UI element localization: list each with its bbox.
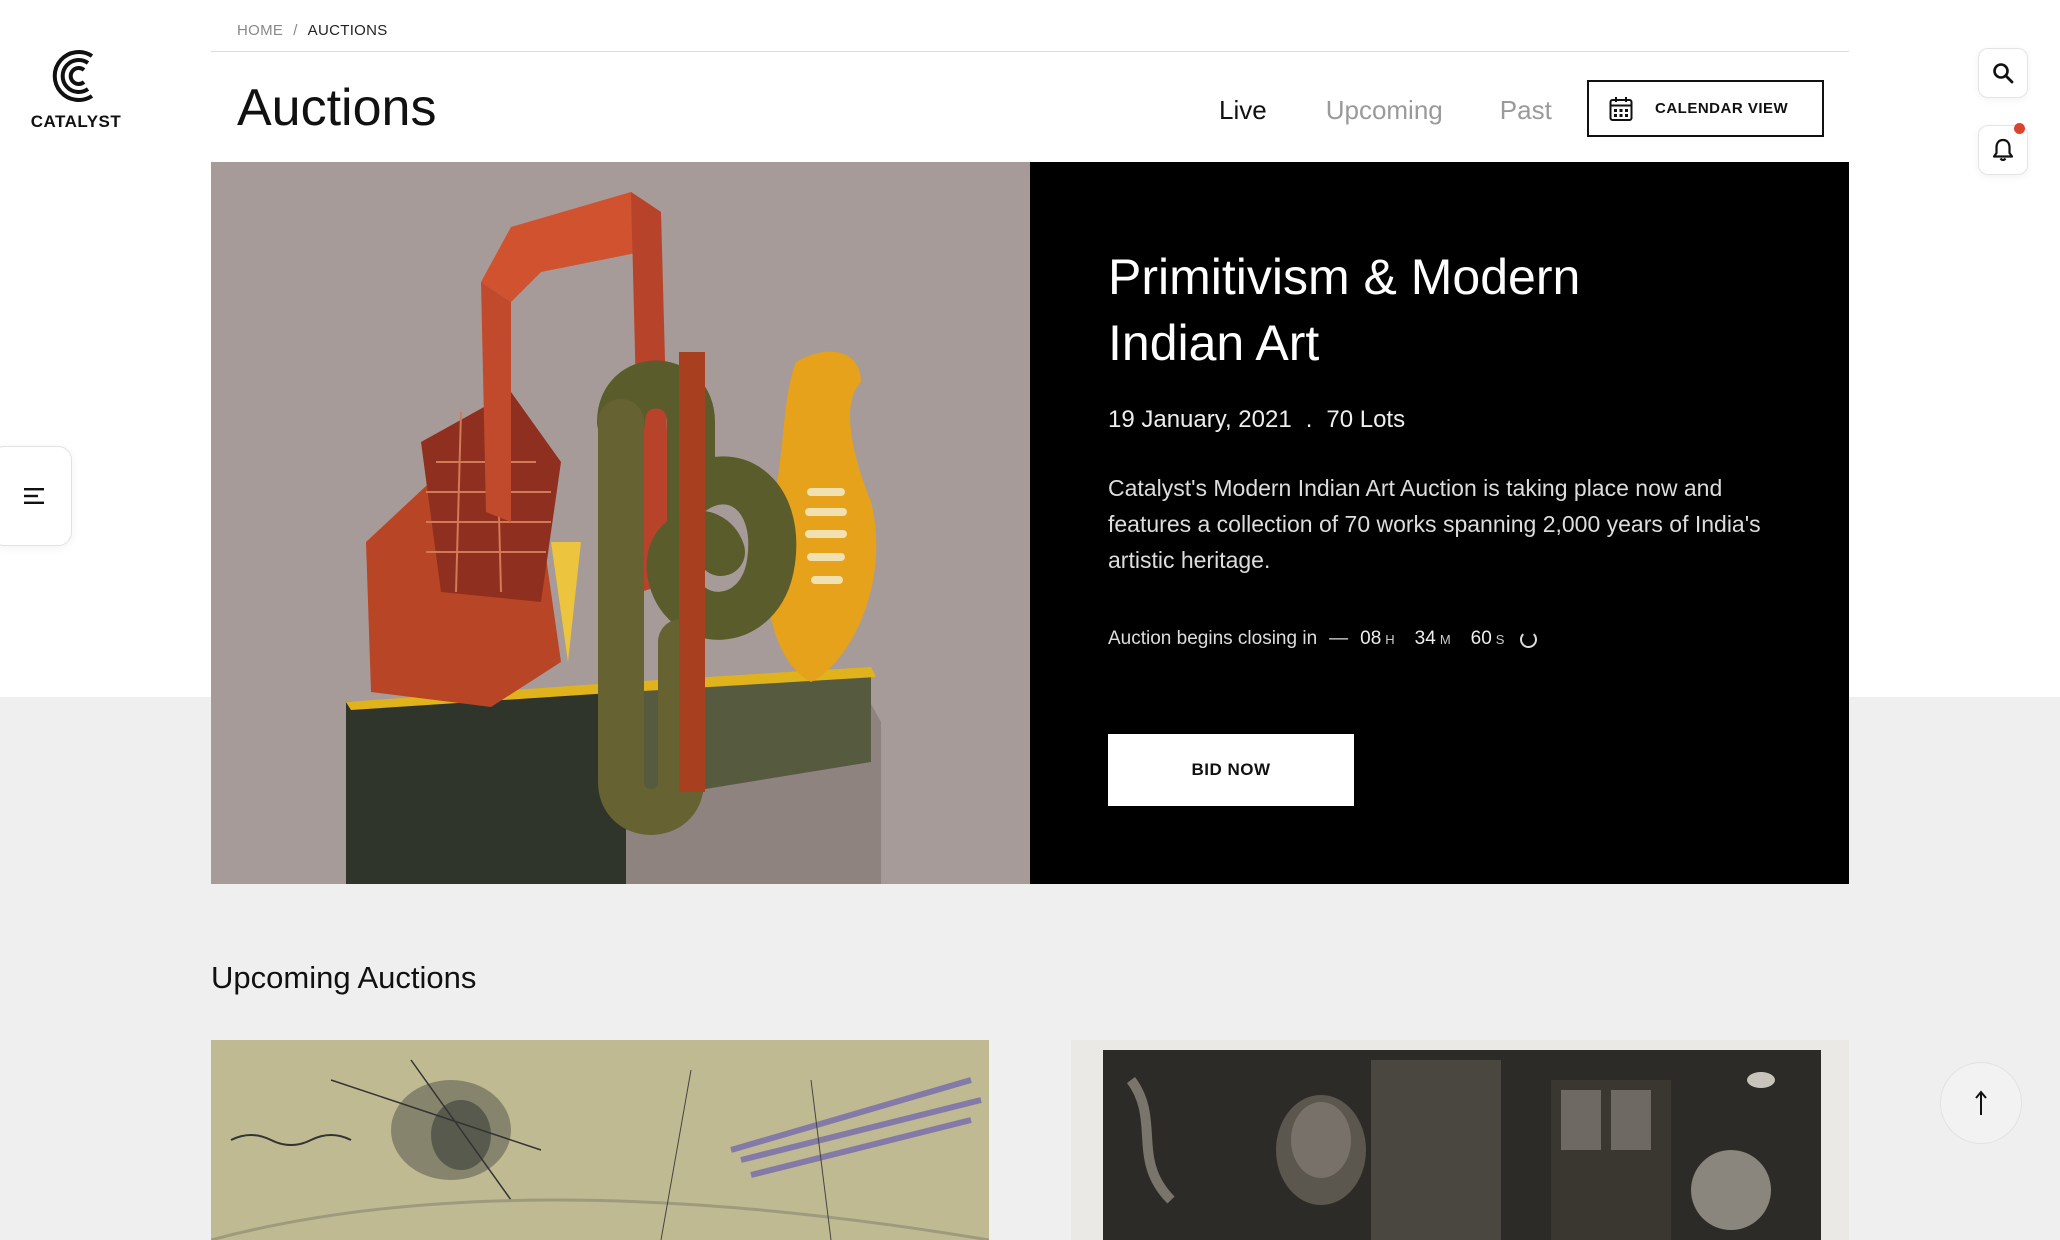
scroll-to-top-button[interactable] xyxy=(1940,1062,2022,1144)
notification-dot xyxy=(2014,123,2025,134)
countdown-minutes-value: 34 xyxy=(1414,628,1436,649)
upcoming-auctions-heading: Upcoming Auctions xyxy=(211,960,477,995)
countdown-dash: — xyxy=(1329,628,1349,649)
search-icon xyxy=(1993,63,2014,84)
calendar-view-button[interactable]: CALENDAR VIEW xyxy=(1587,80,1824,137)
catalyst-logo[interactable]: CATALYST xyxy=(24,44,128,132)
breadcrumb-separator: / xyxy=(293,21,298,39)
countdown-hours-unit: H xyxy=(1385,632,1395,647)
auction-date: 19 January, 2021 xyxy=(1108,406,1292,433)
notifications-button[interactable] xyxy=(1978,123,2028,175)
bid-now-button[interactable]: BID NOW xyxy=(1108,734,1354,806)
meta-separator: . xyxy=(1305,406,1313,433)
live-auction-hero: Primitivism & Modern Indian Art 19 Janua… xyxy=(211,162,1849,884)
upcoming-auction-card[interactable] xyxy=(211,1040,989,1240)
upcoming-artwork-image xyxy=(1071,1040,1849,1240)
tab-upcoming[interactable]: Upcoming xyxy=(1326,95,1443,126)
auction-meta: 19 January, 2021 . 70 Lots xyxy=(1108,406,1771,434)
hero-info-panel: Primitivism & Modern Indian Art 19 Janua… xyxy=(1030,162,1849,884)
upcoming-auction-card[interactable] xyxy=(1071,1040,1849,1240)
countdown-seconds: 60 S xyxy=(1471,628,1505,650)
arrow-up-icon xyxy=(1975,1090,1987,1115)
auction-title[interactable]: Primitivism & Modern Indian Art xyxy=(1108,244,1728,376)
countdown-label: Auction begins closing in xyxy=(1108,628,1318,649)
tab-live[interactable]: Live xyxy=(1219,95,1267,126)
page-title: Auctions xyxy=(237,79,437,137)
search-button[interactable] xyxy=(1978,48,2028,98)
calendar-view-label: CALENDAR VIEW xyxy=(1655,100,1789,117)
catalyst-logo-icon xyxy=(52,50,94,102)
breadcrumb-home-link[interactable]: HOME xyxy=(237,22,283,39)
breadcrumb: HOME / AUCTIONS xyxy=(237,20,388,40)
loading-spinner-icon xyxy=(1520,630,1538,648)
countdown-minutes: 34 M xyxy=(1415,628,1451,650)
countdown-seconds-unit: S xyxy=(1495,632,1505,647)
auction-description: Catalyst's Modern Indian Art Auction is … xyxy=(1108,475,1761,573)
countdown-hours-value: 08 xyxy=(1360,628,1382,649)
brand-name: CATALYST xyxy=(30,112,122,131)
auction-tabs: Live Upcoming Past xyxy=(1200,88,1552,132)
auction-countdown: Auction begins closing in — 08 H 34 M 60… xyxy=(1108,628,1538,650)
breadcrumb-current: AUCTIONS xyxy=(307,21,388,39)
countdown-hours: 08 H xyxy=(1360,628,1395,650)
tab-past[interactable]: Past xyxy=(1500,95,1552,126)
bell-icon xyxy=(1992,138,2014,162)
calendar-icon xyxy=(1609,96,1633,121)
auction-lot-count: 70 Lots xyxy=(1326,406,1406,433)
header-divider xyxy=(211,51,1849,52)
hero-artwork-image[interactable] xyxy=(211,162,1030,884)
countdown-minutes-unit: M xyxy=(1439,632,1451,647)
countdown-seconds-value: 60 xyxy=(1470,628,1492,649)
side-menu-toggle[interactable] xyxy=(0,446,72,546)
upcoming-artwork-image xyxy=(211,1040,989,1240)
menu-icon xyxy=(24,488,44,504)
